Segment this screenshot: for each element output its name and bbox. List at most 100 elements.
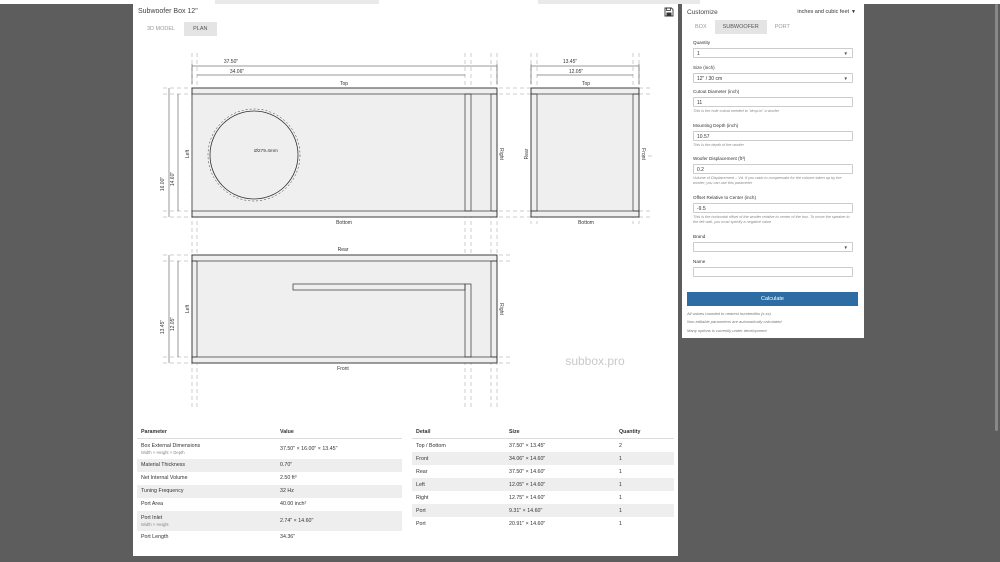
cutout-diameter-input[interactable]: 11 [693,97,853,107]
label-front-side-view: Front [640,148,646,160]
table-row: Material Thickness 0.70" [137,458,402,472]
plan-drawing-svg: 37.50" 34.06" 13.45" 12.05" 16.00" 14.60… [160,53,653,409]
table-row: Rear 37.50" × 14.60" 1 [412,465,674,478]
detail-quantity: 1 [619,520,622,527]
detail-name: Left [412,478,505,491]
detail-name: Top / Bottom [416,442,446,449]
column-header-detail: Detail [412,425,505,439]
caret-down-icon: ▼ [851,9,856,15]
dim-inner-height-label: 14.60" [170,172,176,187]
label-right-top-view: Right [498,303,504,315]
column-header-size: Size [505,425,615,439]
field-label: Woofer Displacement (ft³) [693,156,746,161]
detail-quantity: 1 [615,478,674,491]
detail-quantity: 1 [619,468,622,475]
plan-header: Subwoofer Box 12" [133,4,678,22]
tab-3d-model[interactable]: 3D MODEL [138,22,184,36]
detail-size: 12.75" × 14.60" [509,494,546,501]
units-dropdown[interactable]: inches and cubic feet ▼ [797,9,856,15]
detail-quantity: 2 [619,442,622,449]
detail-name: Front [412,452,505,465]
detail-name: Right [416,494,429,501]
table-row: Port Inlet Width × Height 2.74" × 14.60" [137,510,402,531]
param-name: Box External Dimensions [141,442,201,449]
detail-size: 37.50" × 13.45" [509,442,546,449]
page-scrollbar[interactable] [995,4,998,431]
customize-title: Customize [687,9,718,16]
quantity-value: 1 [697,51,700,57]
dim-height-label: 16.00" [160,177,166,192]
brand-select[interactable]: ▼ [693,242,853,252]
table-header-row: Detail Size Quantity [412,425,674,439]
customize-tabs: BOX SUBWOOFER PORT [687,20,798,34]
label-bottom-side-view: Bottom [578,220,594,226]
field-hint: Volume of Displacement – Vd. If you want… [693,176,842,185]
dim-side-height-label: 13.45" [160,320,166,335]
watermark: subbox.pro [565,354,625,368]
size-value: 12" / 30 cm [697,76,723,82]
woofer-displacement-input[interactable]: 0.2 [693,164,853,174]
table-row: Left 12.05" × 14.60" 1 [412,478,674,491]
plan-panel: Subwoofer Box 12" 3D MODEL PLAN 37.50" 3… [133,4,678,556]
view-tabs: 3D MODEL PLAN [138,22,217,36]
param-subtitle: Width × Height × Depth [141,449,185,455]
quantity-select[interactable]: 1 ▼ [693,48,853,58]
detail-quantity: 1 [615,452,674,465]
label-left-front-view: Left [185,149,191,158]
field-label: Name [693,259,706,264]
tab-subwoofer[interactable]: SUBWOOFER [714,20,767,34]
detail-size: 34.06" × 14.60" [505,452,615,465]
dim-width-label: 37.50" [224,59,239,65]
detail-size: 20.91" × 14.60" [509,520,546,527]
tab-box[interactable]: BOX [687,20,715,34]
dim-inner-depth-label: 12.05" [569,69,584,75]
table-header-row: Parameter Value [137,425,402,439]
note-line: All values rounded to nearest hundredths… [687,311,771,316]
brand-field-group: Brand ▼ [693,234,853,252]
tab-port[interactable]: PORT [767,20,798,34]
tab-plan[interactable]: PLAN [184,22,217,36]
param-subtitle: Width × Height [141,521,169,527]
label-bottom-front-view: Bottom [336,220,352,226]
param-value: 40.00 inch² [280,501,307,507]
size-field-group: Size (inch) 12" / 30 cm ▼ [693,65,853,83]
table-row: Top / Bottom 37.50" × 13.45" 2 [412,439,674,453]
mounting-depth-input[interactable]: 10.57 [693,131,853,141]
label-rear-top-view: Rear [338,247,349,253]
details-table: Detail Size Quantity Top / Bottom 37.50"… [412,425,674,530]
param-value: 2.74" × 14.60" [276,510,402,531]
column-header-quantity: Quantity [615,425,674,439]
label-front-top-view: Front [337,366,349,372]
field-label: Cutout Diameter (inch) [693,89,740,94]
param-name: Port Inlet [141,514,163,521]
field-label: Quantity [693,40,711,45]
save-icon[interactable] [664,7,674,17]
detail-name: Rear [416,468,428,475]
param-value: 0.70" [276,458,402,472]
detail-size: 37.50" × 14.60" [509,468,546,475]
detail-size: 9.31" × 14.60" [505,504,615,517]
param-value: 2.50 ft³ [280,475,297,481]
dim-depth-label: 13.45" [563,59,578,65]
param-value: 32 Hz [276,484,402,498]
offset-input[interactable]: -9.5 [693,203,853,213]
mounting-depth-field-group: Mounting Depth (inch) 10.57 This is the … [693,123,853,148]
name-input[interactable] [693,267,853,277]
detail-quantity: 1 [619,494,622,501]
table-row: Front 34.06" × 14.60" 1 [412,452,674,465]
param-name: Port Length [141,534,169,540]
label-top-side-view: Top [582,81,590,87]
table-row: Port 9.31" × 14.60" 1 [412,504,674,517]
table-row: Tuning Frequency 32 Hz [137,484,402,498]
cutout-diameter-label: Ø279.4mm [254,148,278,154]
name-field-group: Name [693,259,853,277]
label-right-front-view: Right [498,148,504,160]
table-row: Port Area 40.00 inch² [137,498,402,511]
field-label: Offset Relative to Center (inch) [693,195,756,200]
calculate-button[interactable]: Calculate [687,292,858,306]
dim-side-inner-height-label: 12.05" [170,317,176,332]
field-label: Brand [693,234,706,239]
detail-quantity: 1 [615,504,674,517]
caret-down-icon: ▼ [843,51,848,56]
size-select[interactable]: 12" / 30 cm ▼ [693,73,853,83]
